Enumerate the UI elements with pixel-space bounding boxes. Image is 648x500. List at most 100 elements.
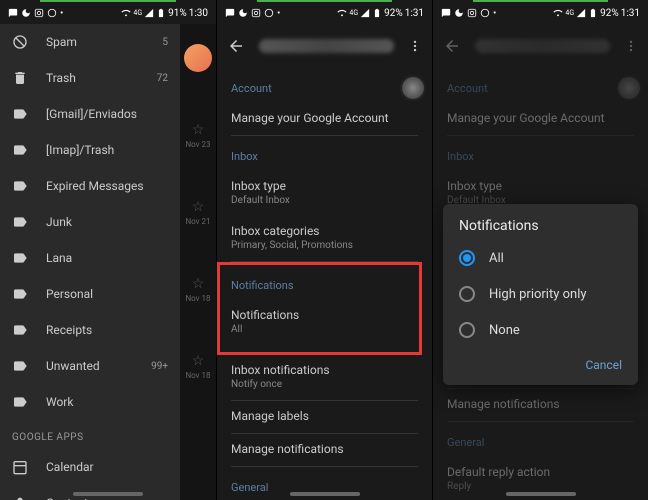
- screen-1-drawer: • 4G 91% 1:30 ☆ Nov 23 ☆ Nov 21 ☆ Nov 18…: [0, 0, 216, 500]
- drawer-item-unwanted[interactable]: Unwanted99+: [0, 348, 180, 384]
- drawer-label: [Gmail]/Enviados: [46, 107, 168, 121]
- status-bar: • 4G92%1:31: [433, 2, 648, 24]
- row-title: Manage your Google Account: [231, 111, 418, 125]
- chat-icon: [441, 8, 451, 18]
- moon-icon: [21, 8, 31, 18]
- dot-icon: •: [60, 8, 63, 19]
- drawer-label: Expired Messages: [46, 179, 168, 193]
- chat-icon: [8, 8, 18, 18]
- row-sub: Notify once: [231, 379, 418, 390]
- row-sub: All: [231, 324, 408, 335]
- row-manage-account[interactable]: Manage your Google Account: [231, 103, 418, 136]
- option-label: All: [489, 251, 504, 266]
- battery-icon: [372, 8, 382, 18]
- nav-handle[interactable]: [73, 492, 143, 496]
- label-icon: [12, 286, 28, 302]
- label-icon: [12, 178, 28, 194]
- row-manage-labels[interactable]: Manage labels: [231, 401, 418, 434]
- drawer-item-work[interactable]: Work: [0, 384, 180, 420]
- radio-icon: [459, 322, 475, 338]
- row-notifications[interactable]: NotificationsAll: [231, 300, 408, 345]
- block-icon: [12, 34, 28, 50]
- drawer-item-personal[interactable]: Personal: [0, 276, 180, 312]
- app-bar: [217, 24, 432, 68]
- instagram-icon: [251, 8, 261, 18]
- screen-2-settings: • 4G 92%1:31 Account Manage your Google A…: [216, 0, 432, 500]
- network-label: 4G: [565, 9, 574, 17]
- dialog-option-none[interactable]: None: [443, 312, 638, 348]
- calendar-icon: [12, 459, 28, 475]
- label-icon: [12, 106, 28, 122]
- chat-icon: [225, 8, 235, 18]
- row-inbox-notifications[interactable]: Inbox notifications Notify once: [231, 355, 418, 401]
- dialog-title: Notifications: [443, 218, 638, 240]
- signal-icon: [576, 8, 586, 18]
- network-label: 4G: [349, 9, 358, 17]
- drawer-section-apps: GOOGLE APPS: [0, 420, 180, 449]
- drawer-item-imap-trash[interactable]: [Imap]/Trash: [0, 132, 180, 168]
- label-icon: [12, 322, 28, 338]
- star-icon: ☆: [180, 353, 216, 369]
- moon-icon: [454, 8, 464, 18]
- signal-icon: [144, 8, 154, 18]
- label-icon: [12, 250, 28, 266]
- dialog-option-high-priority[interactable]: High priority only: [443, 276, 638, 312]
- battery-pct: 92%: [600, 8, 619, 19]
- drawer-item-enviados[interactable]: [Gmail]/Enviados: [0, 96, 180, 132]
- trash-icon: [12, 70, 28, 86]
- drawer-count: 99+: [151, 361, 168, 372]
- wifi-icon: [553, 8, 563, 18]
- dialog-backdrop[interactable]: Notifications All High priority only Non…: [433, 24, 648, 500]
- clock: 1:30: [189, 8, 208, 19]
- battery-icon: [588, 8, 598, 18]
- row-manage-notifications[interactable]: Manage notifications: [231, 434, 418, 467]
- battery-pct: 91%: [168, 8, 187, 19]
- option-label: None: [489, 323, 520, 338]
- date-label: Nov 18: [180, 371, 216, 380]
- circle-icon: [480, 8, 490, 18]
- row-inbox-categories[interactable]: Inbox categoriesPrimary, Social, Promoti…: [231, 216, 418, 262]
- nav-drawer: Spam5 Trash 72 [Gmail]/Enviados [Imap]/Tr…: [0, 24, 180, 500]
- row-title: Inbox type: [231, 179, 418, 193]
- section-account: Account: [231, 68, 418, 103]
- drawer-item-trash[interactable]: Trash 72: [0, 60, 180, 96]
- cancel-button[interactable]: Cancel: [585, 358, 622, 372]
- battery-pct: 92%: [384, 8, 403, 19]
- overflow-icon[interactable]: [408, 39, 422, 53]
- notifications-highlight: Notifications NotificationsAll: [217, 262, 422, 355]
- drawer-item-calendar[interactable]: Calendar: [0, 449, 180, 485]
- dialog-option-all[interactable]: All: [443, 240, 638, 276]
- date-label: Nov 23: [180, 140, 216, 149]
- instagram-icon: [34, 8, 44, 18]
- label-icon: [12, 394, 28, 410]
- nav-handle[interactable]: [290, 492, 360, 496]
- drawer-item-junk[interactable]: Junk: [0, 204, 180, 240]
- instagram-icon: [467, 8, 477, 18]
- clock: 1:31: [405, 8, 424, 19]
- network-label: 4G: [133, 9, 142, 17]
- row-title: Inbox categories: [231, 224, 418, 238]
- drawer-count: 5: [162, 37, 168, 48]
- drawer-item-receipts[interactable]: Receipts: [0, 312, 180, 348]
- screen-3-dialog: • 4G92%1:31 Account Manage your Google A…: [432, 0, 648, 500]
- radio-icon: [459, 250, 475, 266]
- label-icon: [12, 358, 28, 374]
- account-avatar[interactable]: [400, 75, 426, 101]
- drawer-item-expired[interactable]: Expired Messages: [0, 168, 180, 204]
- settings-page: Account Manage your Google Account Inbox…: [217, 68, 432, 500]
- drawer-count: 72: [157, 73, 168, 84]
- wifi-icon: [121, 8, 131, 18]
- row-title: Inbox notifications: [231, 363, 418, 377]
- status-bar: • 4G 92%1:31: [217, 2, 432, 24]
- drawer-label: Trash: [46, 71, 139, 85]
- label-icon: [12, 214, 28, 230]
- drawer-label: Work: [46, 395, 168, 409]
- drawer-item-spam[interactable]: Spam5: [0, 24, 180, 60]
- drawer-label: Calendar: [46, 460, 168, 474]
- row-inbox-type[interactable]: Inbox typeDefault Inbox: [231, 171, 418, 216]
- dot-icon: •: [277, 8, 280, 19]
- drawer-item-lana[interactable]: Lana: [0, 240, 180, 276]
- back-icon[interactable]: [227, 37, 245, 55]
- nav-handle[interactable]: [506, 492, 576, 496]
- signal-icon: [360, 8, 370, 18]
